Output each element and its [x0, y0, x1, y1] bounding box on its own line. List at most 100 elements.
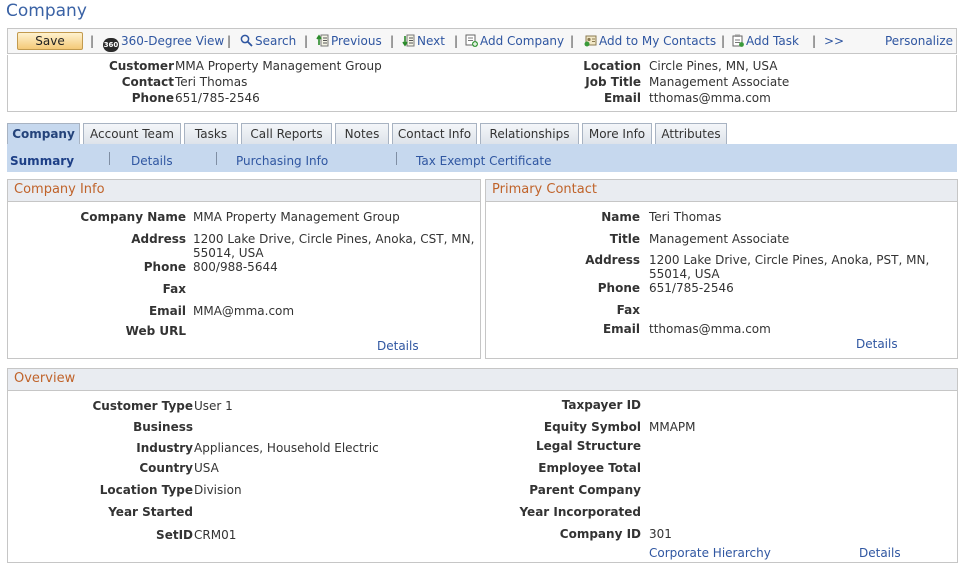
- previous-icon: [316, 34, 329, 47]
- legal-structure-label: Legal Structure: [535, 439, 641, 453]
- contact-phone-label: Phone: [597, 281, 640, 295]
- company-info-panel: Company Info Company Name MMA Property M…: [7, 179, 481, 359]
- business-label: Business: [133, 420, 193, 434]
- phone-value: 651/785-2546: [175, 91, 260, 105]
- primary-contact-title: Primary Contact: [486, 180, 957, 202]
- customer-type-value: User 1: [194, 399, 233, 413]
- next-link[interactable]: Next: [402, 34, 445, 48]
- subtab-purchasing-info[interactable]: Purchasing Info: [236, 154, 328, 168]
- add-company-icon: [465, 34, 478, 47]
- toolbar-separator: |: [390, 34, 395, 48]
- add-task-icon: [732, 34, 744, 47]
- location-type-label: Location Type: [99, 483, 193, 497]
- location-label: Location: [583, 59, 641, 73]
- add-to-my-contacts-label: Add to My Contacts: [599, 34, 717, 48]
- add-company-link[interactable]: Add Company: [465, 34, 564, 48]
- customer-type-label: Customer Type: [92, 399, 193, 413]
- company-name-label: Company Name: [80, 210, 186, 224]
- page-title: Company: [6, 1, 87, 21]
- industry-value: Appliances, Household Electric: [194, 441, 379, 455]
- country-value: USA: [194, 461, 219, 475]
- contact-title-value: Management Associate: [649, 232, 790, 246]
- tab-account-team[interactable]: Account Team: [83, 123, 181, 144]
- company-info-title: Company Info: [8, 180, 480, 202]
- year-started-label: Year Started: [108, 505, 193, 519]
- contact-details-link[interactable]: Details: [856, 337, 898, 351]
- next-icon: [402, 34, 415, 47]
- taxpayer-id-label: Taxpayer ID: [561, 398, 641, 412]
- contact-email-value: tthomas@mma.com: [649, 322, 771, 336]
- add-to-my-contacts-link[interactable]: Add to My Contacts: [584, 34, 716, 48]
- more-actions-link[interactable]: >>: [824, 34, 844, 48]
- subtab-divider: [216, 152, 217, 165]
- personalize-link[interactable]: Personalize: [885, 34, 953, 48]
- primary-contact-panel: Primary Contact Name Teri Thomas Title M…: [485, 179, 958, 359]
- contact-address-label: Address: [585, 253, 640, 267]
- add-contact-icon: [584, 35, 597, 47]
- toolbar-separator: |: [304, 34, 309, 48]
- subtab-divider: [396, 152, 397, 165]
- tab-attributes[interactable]: Attributes: [655, 123, 727, 144]
- phone-label: Phone: [131, 91, 174, 105]
- overview-title: Overview: [8, 369, 957, 391]
- toolbar: Save | 360 360-Degree View | Search | Pre…: [7, 28, 957, 54]
- subtab-summary[interactable]: Summary: [10, 154, 74, 168]
- tab-notes[interactable]: Notes: [335, 123, 389, 144]
- company-details-link[interactable]: Details: [377, 339, 419, 353]
- location-type-value: Division: [194, 483, 242, 497]
- toolbar-separator: |: [721, 34, 726, 48]
- setid-label: SetID: [156, 528, 193, 542]
- industry-label: Industry: [136, 441, 193, 455]
- toolbar-separator: |: [454, 34, 459, 48]
- customer-value: MMA Property Management Group: [175, 59, 382, 73]
- tab-company[interactable]: Company: [7, 123, 80, 145]
- company-address-line1: 1200 Lake Drive, Circle Pines, Anoka, CS…: [193, 232, 475, 246]
- overview-details-link[interactable]: Details: [859, 546, 901, 560]
- contact-address-line2: 55014, USA: [649, 267, 720, 281]
- contact-phone-value: 651/785-2546: [649, 281, 734, 295]
- company-id-value: 301: [649, 527, 672, 541]
- tab-contact-info[interactable]: Contact Info: [392, 123, 477, 144]
- next-label: Next: [417, 34, 445, 48]
- corporate-hierarchy-link[interactable]: Corporate Hierarchy: [649, 546, 771, 560]
- 360-degree-view-link[interactable]: 360 360-Degree View: [103, 34, 224, 52]
- year-incorporated-label: Year Incorporated: [519, 505, 641, 519]
- email-label: Email: [603, 91, 641, 105]
- tab-relationships[interactable]: Relationships: [480, 123, 579, 144]
- contact-fax-label: Fax: [616, 303, 640, 317]
- previous-link[interactable]: Previous: [316, 34, 382, 48]
- location-value: Circle Pines, MN, USA: [649, 59, 778, 73]
- company-fax-label: Fax: [162, 282, 186, 296]
- tab-call-reports[interactable]: Call Reports: [241, 123, 332, 144]
- toolbar-separator: |: [227, 34, 232, 48]
- toolbar-separator: |: [812, 34, 817, 48]
- contact-label: Contact: [121, 75, 174, 89]
- toolbar-separator: |: [570, 34, 575, 48]
- overview-panel: Overview Customer Type User 1 Business I…: [7, 368, 958, 563]
- 360-degree-view-label: 360-Degree View: [121, 34, 225, 48]
- employee-total-label: Employee Total: [538, 461, 641, 475]
- country-label: Country: [139, 461, 193, 475]
- company-email-value: MMA@mma.com: [193, 304, 295, 318]
- subtab-tax-exempt-certificate[interactable]: Tax Exempt Certificate: [416, 154, 551, 168]
- contact-name-value: Teri Thomas: [649, 210, 722, 224]
- add-task-label: Add Task: [746, 34, 799, 48]
- company-id-label: Company ID: [559, 527, 641, 541]
- tab-tasks[interactable]: Tasks: [184, 123, 238, 144]
- subtab-details[interactable]: Details: [131, 154, 173, 168]
- customer-label: Customer: [108, 59, 174, 73]
- save-button[interactable]: Save: [17, 32, 83, 50]
- tab-more-info[interactable]: More Info: [582, 123, 652, 144]
- contact-address-line1: 1200 Lake Drive, Circle Pines, Anoka, PS…: [649, 253, 930, 267]
- company-address-label: Address: [131, 232, 186, 246]
- contact-email-label: Email: [602, 322, 640, 336]
- company-web-url-label: Web URL: [125, 324, 186, 338]
- contact-value: Teri Thomas: [175, 75, 248, 89]
- contact-name-label: Name: [601, 210, 640, 224]
- search-label: Search: [255, 34, 297, 48]
- subtab-divider: [109, 152, 110, 165]
- search-link[interactable]: Search: [240, 34, 296, 48]
- previous-label: Previous: [331, 34, 382, 48]
- add-task-link[interactable]: Add Task: [731, 34, 799, 48]
- company-name-value: MMA Property Management Group: [193, 210, 400, 224]
